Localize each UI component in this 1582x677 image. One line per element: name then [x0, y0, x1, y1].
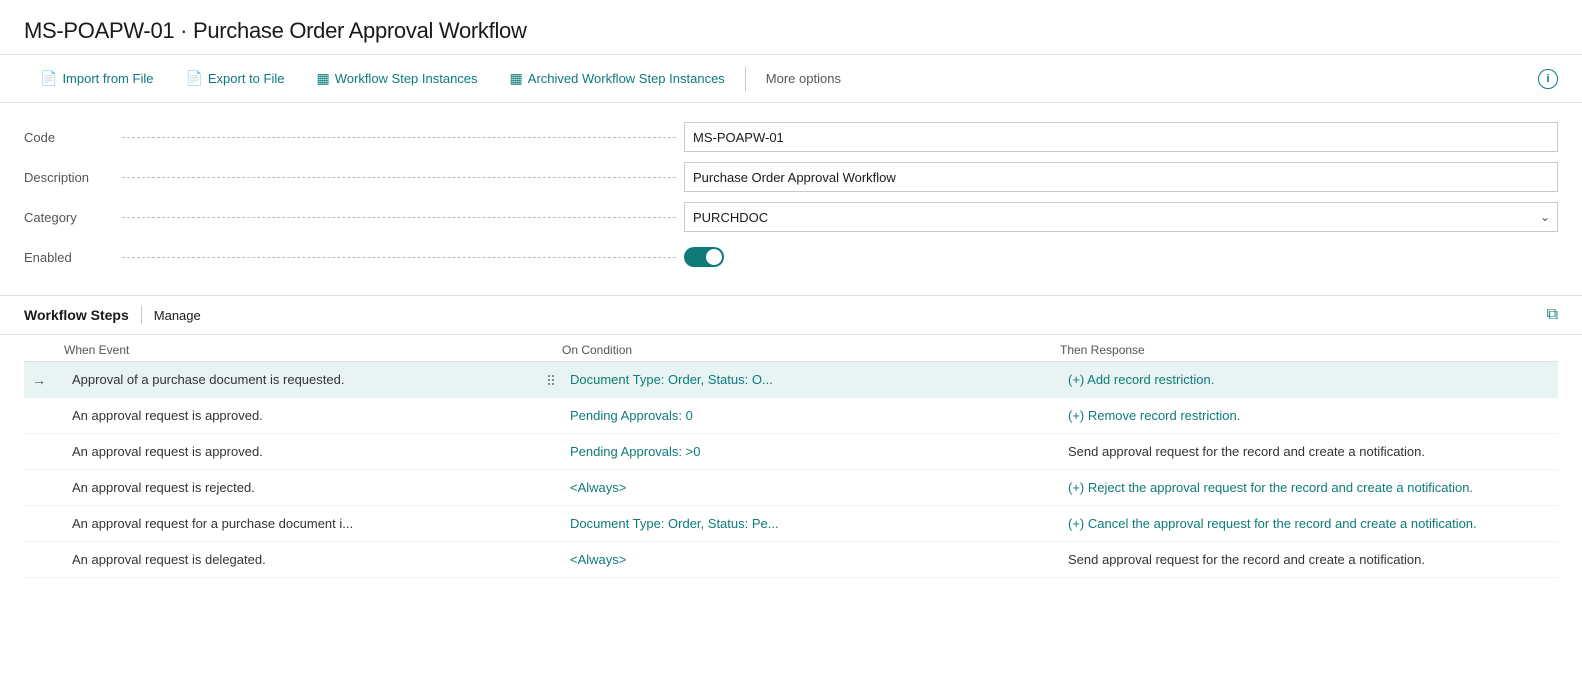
description-dots	[122, 177, 676, 178]
row-on-condition-2[interactable]: Pending Approvals: >0	[562, 438, 1060, 465]
info-button[interactable]: i	[1538, 69, 1558, 89]
manage-button[interactable]: Manage	[154, 308, 201, 323]
workflow-step-instances-button[interactable]: ▦ Workflow Step Instances	[300, 55, 493, 102]
row-then-response-4[interactable]: (+) Cancel the approval request for the …	[1060, 510, 1558, 537]
description-row: Description	[24, 159, 1558, 195]
enabled-row: Enabled	[24, 239, 1558, 275]
row-then-response-0[interactable]: (+) Add record restriction.	[1060, 366, 1558, 393]
description-input[interactable]	[684, 162, 1558, 192]
category-dots	[122, 217, 676, 218]
table-row[interactable]: An approval request for a purchase docum…	[24, 506, 1558, 542]
drag-handle-icon[interactable]	[548, 375, 554, 385]
row-on-condition-5[interactable]: <Always>	[562, 546, 1060, 573]
category-label: Category	[24, 210, 114, 225]
table-header-row: When Event On Condition Then Response	[24, 335, 1558, 362]
action-bar-separator	[745, 67, 746, 91]
enabled-label-wrap: Enabled	[24, 250, 684, 265]
row-on-condition-3[interactable]: <Always>	[562, 474, 1060, 501]
col-header-on-condition: On Condition	[562, 343, 1060, 357]
row-when-event-4: An approval request for a purchase docum…	[64, 510, 562, 537]
code-dots	[122, 137, 676, 138]
enabled-label: Enabled	[24, 250, 114, 265]
enabled-value-wrap[interactable]	[684, 247, 1558, 267]
table-row[interactable]: An approval request is approved. Pending…	[24, 398, 1558, 434]
expand-icon[interactable]: ⧉	[1547, 306, 1558, 324]
action-bar: 📄 Import from File 📄 Export to File ▦ Wo…	[0, 55, 1582, 103]
table-row[interactable]: An approval request is rejected. <Always…	[24, 470, 1558, 506]
page-title: MS-POAPW-01 · Purchase Order Approval Wo…	[24, 18, 1558, 44]
row-then-response-3[interactable]: (+) Reject the approval request for the …	[1060, 474, 1558, 501]
enabled-toggle[interactable]	[684, 247, 1558, 267]
code-value-wrap[interactable]	[684, 122, 1558, 152]
code-input[interactable]	[684, 122, 1558, 152]
description-label-wrap: Description	[24, 170, 684, 185]
col-header-empty	[24, 343, 64, 357]
row-when-event-2: An approval request is approved.	[64, 438, 562, 465]
workflow-steps-header: Workflow Steps Manage ⧉	[0, 296, 1582, 335]
table-row[interactable]: An approval request is approved. Pending…	[24, 434, 1558, 470]
toggle-knob	[706, 249, 722, 265]
table-row[interactable]: An approval request is delegated. <Alway…	[24, 542, 1558, 578]
import-icon: 📄	[40, 70, 57, 87]
description-label: Description	[24, 170, 114, 185]
row-then-response-1[interactable]: (+) Remove record restriction.	[1060, 402, 1558, 429]
code-label: Code	[24, 130, 114, 145]
import-from-file-button[interactable]: 📄 Import from File	[24, 55, 169, 102]
col-header-when-event: When Event	[64, 343, 562, 357]
table-row[interactable]: → Approval of a purchase document is req…	[24, 362, 1558, 398]
code-row: Code	[24, 119, 1558, 155]
export-to-file-button[interactable]: 📄 Export to File	[169, 55, 300, 102]
description-value-wrap[interactable]	[684, 162, 1558, 192]
archived-workflow-step-instances-button[interactable]: ▦ Archived Workflow Step Instances	[494, 55, 741, 102]
category-value-wrap[interactable]: PURCHDOC ⌄	[684, 202, 1558, 232]
row-arrow-5	[24, 554, 64, 566]
enabled-dots	[122, 257, 676, 258]
form-section: Code Description Category PURCHDOC ⌄	[0, 103, 1582, 296]
row-when-event-3: An approval request is rejected.	[64, 474, 562, 501]
row-arrow-4	[24, 518, 64, 530]
row-arrow-2	[24, 446, 64, 458]
row-when-event-0: Approval of a purchase document is reque…	[64, 366, 562, 393]
row-on-condition-1[interactable]: Pending Approvals: 0	[562, 402, 1060, 429]
col-header-then-response: Then Response	[1060, 343, 1558, 357]
export-icon: 📄	[185, 70, 202, 87]
row-then-response-2: Send approval request for the record and…	[1060, 438, 1558, 465]
workflow-steps-table: When Event On Condition Then Response → …	[0, 335, 1582, 578]
row-then-response-5: Send approval request for the record and…	[1060, 546, 1558, 573]
row-when-event-5: An approval request is delegated.	[64, 546, 562, 573]
category-row: Category PURCHDOC ⌄	[24, 199, 1558, 235]
row-arrow-0: →	[24, 366, 64, 394]
code-label-wrap: Code	[24, 130, 684, 145]
workflow-steps-separator	[141, 306, 142, 324]
category-select[interactable]: PURCHDOC	[684, 202, 1558, 232]
category-label-wrap: Category	[24, 210, 684, 225]
table-icon-1: ▦	[316, 70, 329, 87]
row-arrow-3	[24, 482, 64, 494]
row-arrow-1	[24, 410, 64, 422]
table-icon-2: ▦	[510, 70, 523, 87]
row-on-condition-0[interactable]: Document Type: Order, Status: O...	[562, 366, 1060, 393]
row-on-condition-4[interactable]: Document Type: Order, Status: Pe...	[562, 510, 1060, 537]
more-options-button[interactable]: More options	[750, 55, 857, 102]
workflow-steps-title: Workflow Steps	[24, 307, 129, 323]
page-header: MS-POAPW-01 · Purchase Order Approval Wo…	[0, 0, 1582, 55]
row-when-event-1: An approval request is approved.	[64, 402, 562, 429]
